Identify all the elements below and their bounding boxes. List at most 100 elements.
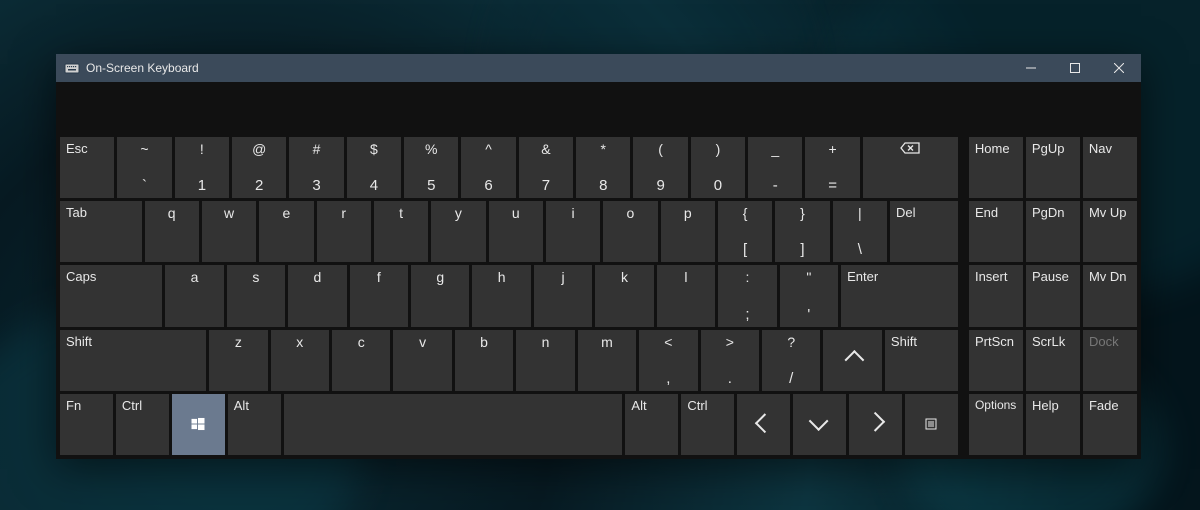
key-semicolon[interactable]: :;	[718, 265, 776, 326]
key-4[interactable]: $4	[347, 137, 401, 198]
key-t[interactable]: t	[374, 201, 428, 262]
key-p[interactable]: p	[661, 201, 715, 262]
close-button[interactable]	[1097, 54, 1141, 82]
key-a[interactable]: a	[165, 265, 223, 326]
chevron-left-icon	[757, 416, 771, 433]
titlebar[interactable]: On-Screen Keyboard	[56, 54, 1141, 82]
key-options[interactable]: Options	[969, 394, 1023, 455]
key-r[interactable]: r	[317, 201, 371, 262]
key-mvdn[interactable]: Mv Dn	[1083, 265, 1137, 326]
suggestion-bar	[56, 82, 1141, 137]
key-c[interactable]: c	[332, 330, 390, 391]
key-9[interactable]: (9	[633, 137, 687, 198]
key-bracket-close[interactable]: }]	[775, 201, 829, 262]
key-equals[interactable]: +=	[805, 137, 859, 198]
key-fade[interactable]: Fade	[1083, 394, 1137, 455]
key-backtick[interactable]: ~`	[117, 137, 171, 198]
key-comma[interactable]: <,	[639, 330, 697, 391]
keyboard: Esc ~` !1 @2 #3 $4 %5 ^6 &7 *8 (9 )0 _- …	[56, 137, 1141, 459]
row-5: Fn Ctrl Alt Alt Ctrl Options Help Fad	[60, 394, 1137, 455]
key-h[interactable]: h	[472, 265, 530, 326]
backspace-icon	[900, 142, 920, 154]
key-backspace[interactable]	[863, 137, 958, 198]
key-esc[interactable]: Esc	[60, 137, 114, 198]
key-2[interactable]: @2	[232, 137, 286, 198]
key-slash[interactable]: ?/	[762, 330, 820, 391]
row-4: Shift z x c v b n m <, >. ?/ Shift PrtSc…	[60, 330, 1137, 391]
key-shift-left[interactable]: Shift	[60, 330, 206, 391]
key-3[interactable]: #3	[289, 137, 343, 198]
key-v[interactable]: v	[393, 330, 451, 391]
window-title: On-Screen Keyboard	[86, 61, 199, 75]
key-n[interactable]: n	[516, 330, 574, 391]
key-arrow-right[interactable]	[849, 394, 902, 455]
key-pause[interactable]: Pause	[1026, 265, 1080, 326]
key-minus[interactable]: _-	[748, 137, 802, 198]
app-icon	[64, 60, 80, 76]
key-fn[interactable]: Fn	[60, 394, 113, 455]
key-arrow-down[interactable]	[793, 394, 846, 455]
key-w[interactable]: w	[202, 201, 256, 262]
key-prtscn[interactable]: PrtScn	[969, 330, 1023, 391]
key-del[interactable]: Del	[890, 201, 958, 262]
key-f[interactable]: f	[350, 265, 408, 326]
key-ctrl-right[interactable]: Ctrl	[681, 394, 734, 455]
key-q[interactable]: q	[145, 201, 199, 262]
key-bracket-open[interactable]: {[	[718, 201, 772, 262]
key-space[interactable]	[284, 394, 623, 455]
minimize-button[interactable]	[1009, 54, 1053, 82]
key-arrow-left[interactable]	[737, 394, 790, 455]
key-dock[interactable]: Dock	[1083, 330, 1137, 391]
key-mvup[interactable]: Mv Up	[1083, 201, 1137, 262]
key-end[interactable]: End	[969, 201, 1023, 262]
maximize-button[interactable]	[1053, 54, 1097, 82]
key-period[interactable]: >.	[701, 330, 759, 391]
chevron-right-icon	[869, 416, 883, 433]
key-g[interactable]: g	[411, 265, 469, 326]
key-alt-right[interactable]: Alt	[625, 394, 678, 455]
key-i[interactable]: i	[546, 201, 600, 262]
osk-window: On-Screen Keyboard Esc ~` !1 @2 #3 $4 %5…	[56, 54, 1141, 459]
key-1[interactable]: !1	[175, 137, 229, 198]
key-shift-right[interactable]: Shift	[885, 330, 958, 391]
key-pgup[interactable]: PgUp	[1026, 137, 1080, 198]
key-nav[interactable]: Nav	[1083, 137, 1137, 198]
key-u[interactable]: u	[489, 201, 543, 262]
key-k[interactable]: k	[595, 265, 653, 326]
key-enter[interactable]: Enter	[841, 265, 958, 326]
key-z[interactable]: z	[209, 330, 267, 391]
key-windows[interactable]	[172, 394, 225, 455]
key-x[interactable]: x	[271, 330, 329, 391]
key-7[interactable]: &7	[519, 137, 573, 198]
key-ctrl-left[interactable]: Ctrl	[116, 394, 169, 455]
key-d[interactable]: d	[288, 265, 346, 326]
key-scrlk[interactable]: ScrLk	[1026, 330, 1080, 391]
key-e[interactable]: e	[259, 201, 313, 262]
key-alt-left[interactable]: Alt	[228, 394, 281, 455]
key-caps[interactable]: Caps	[60, 265, 162, 326]
row-2: Tab q w e r t y u i o p {[ }] |\ Del End…	[60, 201, 1137, 262]
key-8[interactable]: *8	[576, 137, 630, 198]
key-s[interactable]: s	[227, 265, 285, 326]
key-b[interactable]: b	[455, 330, 513, 391]
key-y[interactable]: y	[431, 201, 485, 262]
key-help[interactable]: Help	[1026, 394, 1080, 455]
windows-icon	[192, 418, 205, 431]
key-5[interactable]: %5	[404, 137, 458, 198]
key-backslash[interactable]: |\	[833, 201, 887, 262]
key-o[interactable]: o	[603, 201, 657, 262]
row-3: Caps a s d f g h j k l :; "' Enter Inser…	[60, 265, 1137, 326]
key-quote[interactable]: "'	[780, 265, 838, 326]
key-insert[interactable]: Insert	[969, 265, 1023, 326]
key-home[interactable]: Home	[969, 137, 1023, 198]
key-arrow-up[interactable]	[823, 330, 881, 391]
key-tab[interactable]: Tab	[60, 201, 142, 262]
key-6[interactable]: ^6	[461, 137, 515, 198]
key-menu[interactable]	[905, 394, 958, 455]
key-m[interactable]: m	[578, 330, 636, 391]
key-j[interactable]: j	[534, 265, 592, 326]
key-pgdn[interactable]: PgDn	[1026, 201, 1080, 262]
menu-icon	[926, 419, 937, 430]
key-0[interactable]: )0	[691, 137, 745, 198]
key-l[interactable]: l	[657, 265, 715, 326]
